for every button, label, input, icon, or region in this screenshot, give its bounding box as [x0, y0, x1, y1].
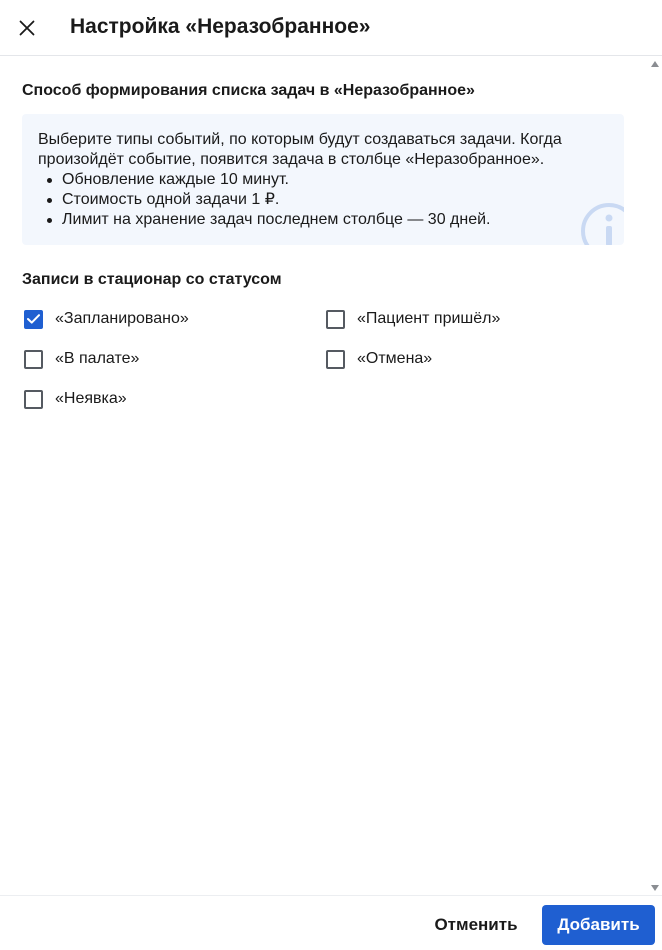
- dialog-header: Настройка «Неразобранное»: [0, 0, 662, 56]
- close-icon: [19, 20, 35, 36]
- checkbox-label: «Отмена»: [357, 350, 433, 367]
- checkbox-box[interactable]: [24, 349, 43, 369]
- section-title: Способ формирования списка задач в «Нера…: [22, 82, 475, 99]
- info-bullet: Обновление каждые 10 минут.: [38, 170, 612, 190]
- info-box: Выберите типы событий, по которым будут …: [22, 114, 624, 245]
- checkbox-box[interactable]: [24, 389, 43, 409]
- scroll-up-arrow-icon[interactable]: [651, 61, 659, 67]
- checkbox-box[interactable]: [24, 309, 43, 329]
- cancel-button[interactable]: Отменить: [422, 905, 530, 945]
- info-bullet: Стоимость одной задачи 1 ₽.: [38, 190, 612, 210]
- checkbox-box[interactable]: [326, 309, 345, 329]
- checkbox-no-show[interactable]: «Неявка»: [24, 388, 127, 410]
- info-description: Выберите типы событий, по которым будут …: [38, 131, 562, 168]
- checkbox-planned[interactable]: «Запланировано»: [24, 308, 189, 330]
- checkbox-label: «Пациент пришёл»: [357, 310, 501, 327]
- info-bullet-list: Обновление каждые 10 минут. Стоимость од…: [38, 170, 612, 230]
- checkbox-patient-arrived[interactable]: «Пациент пришёл»: [326, 308, 500, 330]
- vertical-scrollbar[interactable]: [648, 57, 662, 895]
- checkbox-box[interactable]: [326, 349, 345, 369]
- checkbox-label: «Неявка»: [55, 390, 127, 407]
- dialog-content[interactable]: Способ формирования списка задач в «Нера…: [0, 57, 648, 895]
- checkbox-cancelled[interactable]: «Отмена»: [326, 348, 432, 370]
- dialog-footer: Отменить Добавить: [0, 895, 662, 950]
- add-button[interactable]: Добавить: [542, 905, 655, 945]
- info-bullet: Лимит на хранение задач последнем столбц…: [38, 210, 612, 230]
- dialog-title: Настройка «Неразобранное»: [70, 15, 371, 38]
- info-icon: [581, 203, 624, 245]
- checkbox-in-ward[interactable]: «В палате»: [24, 348, 139, 370]
- close-button[interactable]: [12, 13, 42, 43]
- scroll-down-arrow-icon[interactable]: [651, 885, 659, 891]
- status-group-title: Записи в стационар со статусом: [22, 271, 282, 288]
- checkbox-label: «В палате»: [55, 350, 140, 367]
- info-text: Выберите типы событий, по которым будут …: [38, 130, 612, 230]
- checkbox-label: «Запланировано»: [55, 310, 189, 327]
- checkmark-icon: [27, 314, 40, 324]
